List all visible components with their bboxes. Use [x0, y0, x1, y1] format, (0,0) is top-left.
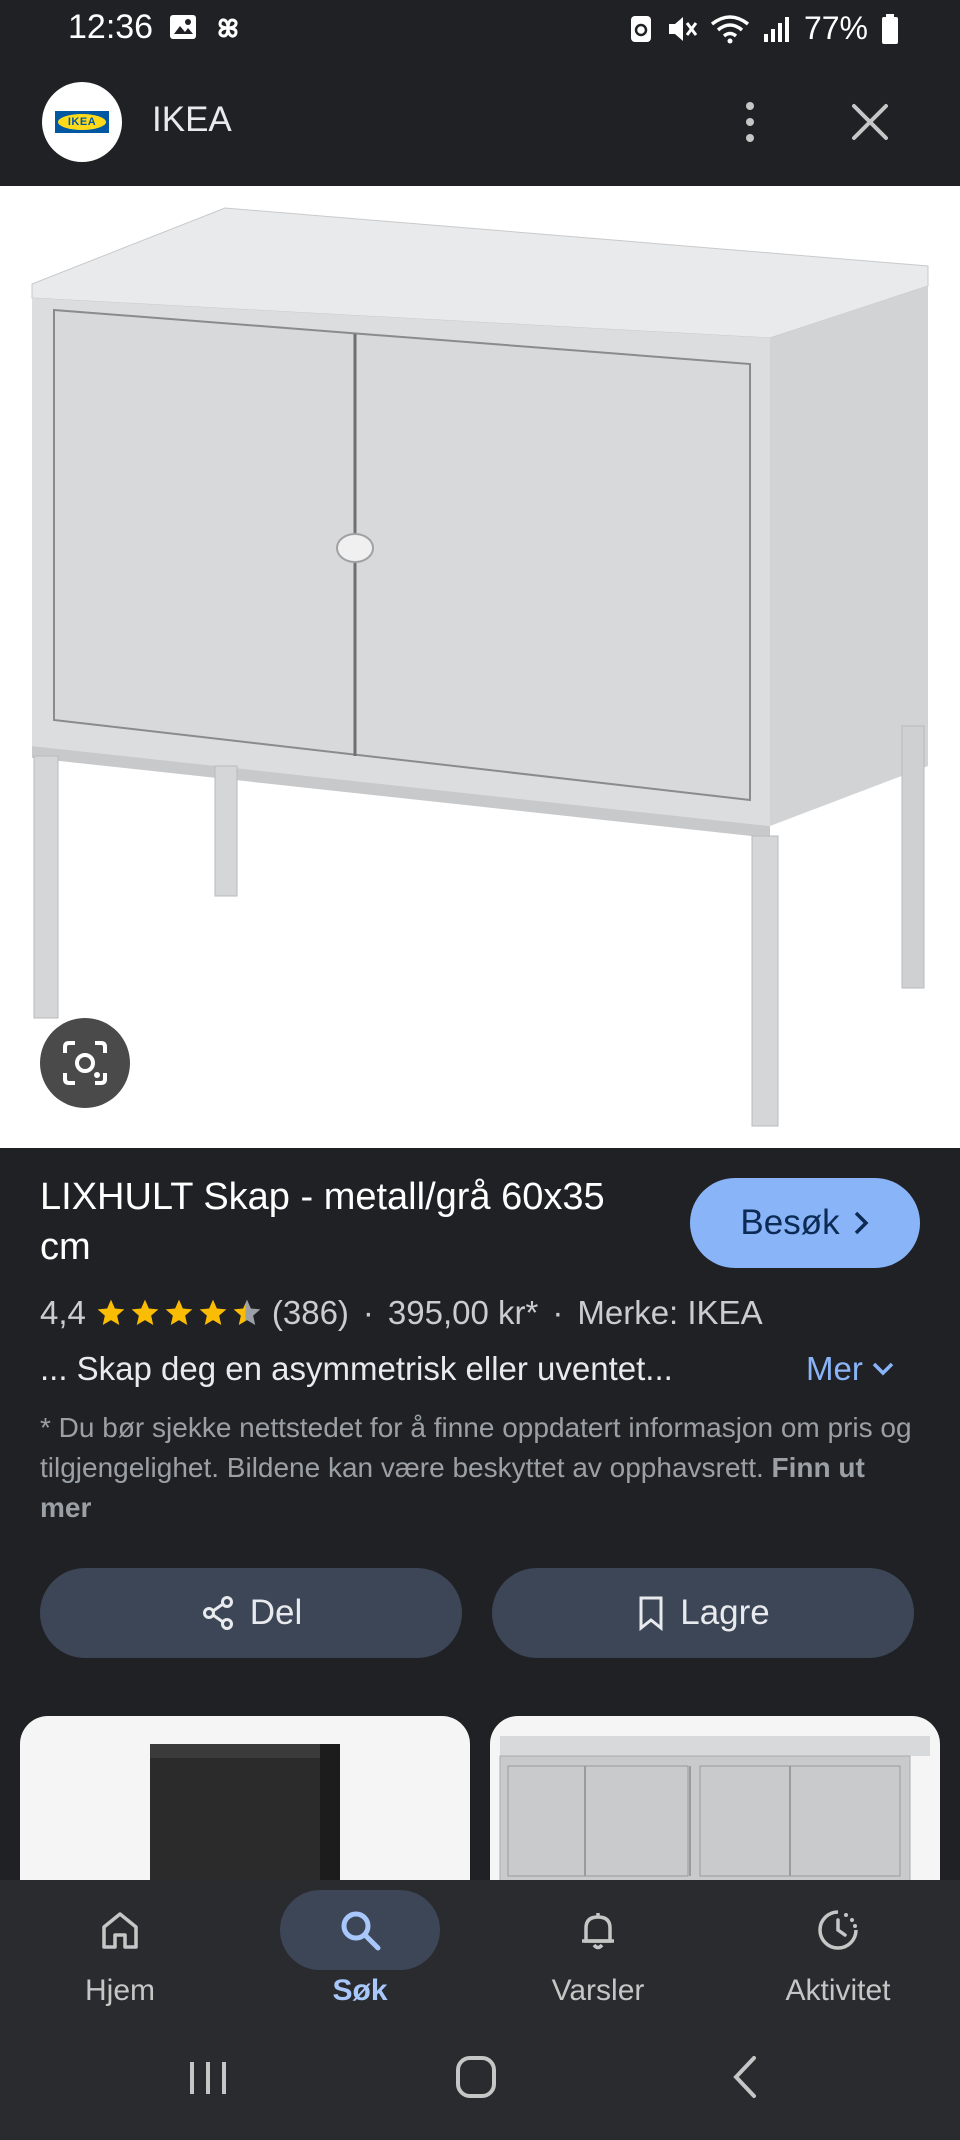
nav-item-home[interactable]: Hjem	[20, 1880, 220, 2020]
nav-item-activity[interactable]: Aktivitet	[738, 1880, 938, 2020]
visit-label: Besøk	[740, 1203, 840, 1242]
more-button[interactable]: Mer	[806, 1350, 895, 1388]
nav-icon-wrap	[280, 1890, 440, 1970]
activity-icon	[818, 1910, 858, 1950]
disclaimer: * Du bør sjekke nettstedet for å finne o…	[40, 1408, 920, 1528]
battery-percent: 77%	[803, 10, 868, 46]
nav-icon-wrap	[518, 1890, 678, 1970]
review-count[interactable]: (386)	[272, 1294, 349, 1332]
product-title[interactable]: LIXHULT Skap - metall/grå 60x35 cm	[40, 1172, 660, 1272]
chevron-down-icon	[872, 1362, 894, 1376]
share-label: Del	[249, 1593, 303, 1632]
home-nav-icon[interactable]	[454, 2054, 498, 2100]
share-icon	[202, 1596, 233, 1630]
star-icon	[97, 1299, 125, 1325]
lens-icon	[63, 1041, 107, 1085]
app-header: IKEA IKEA	[0, 58, 960, 186]
save-label: Lagre	[680, 1593, 770, 1632]
mute-icon	[668, 16, 698, 41]
wifi-icon	[710, 14, 750, 43]
more-dot-icon	[746, 118, 754, 126]
bookmark-icon	[639, 1596, 663, 1631]
google-lens-button[interactable]	[40, 1018, 130, 1108]
signal-icon	[763, 16, 789, 42]
visit-button[interactable]: Besøk	[690, 1178, 920, 1268]
share-button[interactable]: Del	[40, 1568, 462, 1658]
bell-icon	[582, 1913, 614, 1950]
more-dot-icon	[746, 102, 754, 110]
save-button[interactable]: Lagre	[492, 1568, 914, 1658]
site-title: IKEA	[152, 100, 232, 139]
home-icon	[102, 1912, 138, 1949]
nav-icon-wrap	[40, 1890, 200, 1970]
pinwheel-notification-icon	[218, 18, 238, 38]
more-dot-icon	[746, 134, 754, 142]
back-icon[interactable]	[728, 2054, 764, 2100]
more-label: Mer	[806, 1350, 863, 1387]
logo-text: IKEA	[58, 114, 106, 130]
price: 395,00 kr*	[387, 1294, 539, 1331]
system-navigation-bar	[0, 2020, 960, 2140]
brand: Merke: IKEA	[577, 1294, 763, 1331]
gallery-notification-icon	[170, 15, 196, 39]
star-icon	[165, 1299, 193, 1325]
star-icon	[131, 1299, 159, 1325]
nav-item-notifications[interactable]: Varsler	[498, 1880, 698, 2020]
bottom-navigation: Hjem Søk Varsler Aktivitet	[0, 1880, 960, 2020]
nav-icon-wrap	[758, 1890, 918, 1970]
nav-label: Søk	[332, 1974, 388, 2007]
rating-row: 4,4 (386) · 395,00 kr* · Merke: IKEA	[40, 1288, 763, 1338]
recent-apps-icon[interactable]	[186, 2056, 230, 2100]
description-snippet: ... Skap deg en asymmetrisk eller uvente…	[40, 1350, 673, 1387]
star-icon	[199, 1299, 227, 1325]
nav-label: Aktivitet	[785, 1974, 891, 2007]
half-star-icon	[233, 1299, 261, 1325]
rating-value: 4,4	[40, 1294, 86, 1331]
close-icon[interactable]	[846, 98, 894, 146]
chevron-right-icon	[854, 1211, 869, 1235]
status-left-icons	[168, 12, 244, 44]
status-right: 77%	[628, 10, 900, 47]
status-time: 12:36	[68, 8, 154, 46]
search-icon	[341, 1911, 381, 1951]
separator: ·	[552, 1294, 564, 1331]
cabinet-illustration	[31, 207, 929, 1127]
more-options-button[interactable]	[730, 94, 770, 150]
nav-item-search[interactable]: Søk	[260, 1880, 460, 2020]
status-bar: 12:36 77%	[0, 0, 960, 58]
nav-label: Varsler	[551, 1974, 645, 2007]
site-logo: IKEA	[42, 82, 122, 162]
nav-label: Hjem	[84, 1974, 155, 2007]
separator: ·	[362, 1294, 374, 1331]
product-image[interactable]	[0, 186, 960, 1148]
logo-box: IKEA	[55, 111, 109, 133]
recycle-icon	[630, 15, 651, 42]
star-rating	[94, 1297, 264, 1329]
battery-icon	[882, 13, 898, 44]
